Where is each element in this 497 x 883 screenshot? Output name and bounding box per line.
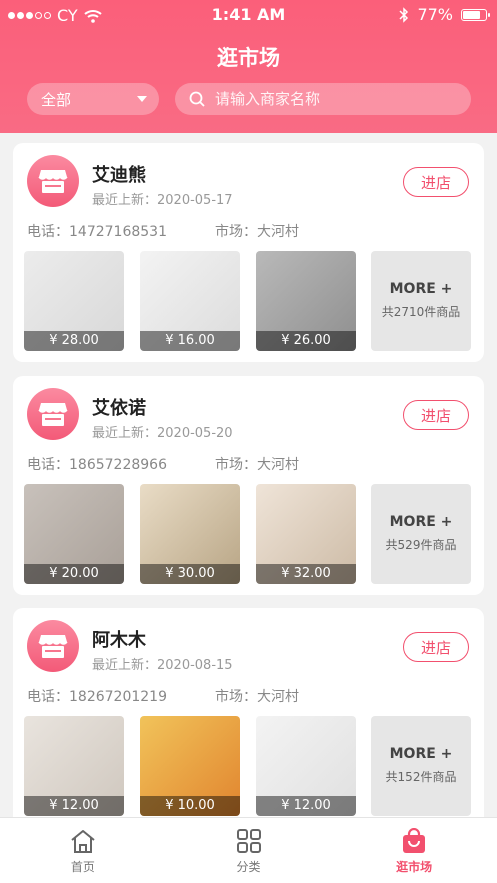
product-price: ¥ 10.00 bbox=[140, 796, 240, 816]
product-count: 共529件商品 bbox=[385, 538, 457, 552]
store-icon bbox=[27, 388, 79, 440]
product-price: ¥ 16.00 bbox=[140, 331, 240, 351]
search-icon bbox=[189, 91, 205, 107]
tab-market-label: 逛市场 bbox=[396, 860, 433, 874]
more-label: MORE + bbox=[389, 281, 453, 297]
product-gallery: ¥ 20.00 ¥ 30.00 ¥ 32.00 MORE + 共529件商品 bbox=[24, 484, 473, 584]
shop-market: 市场：大河村 bbox=[215, 224, 299, 240]
shop-phone: 电话：18657228966 bbox=[27, 457, 167, 473]
tab-home-label: 首页 bbox=[70, 860, 95, 874]
more-products-tile[interactable]: MORE + 共529件商品 bbox=[371, 484, 471, 584]
category-filter-dropdown[interactable]: 全部 bbox=[27, 83, 159, 115]
shop-name: 艾依诺 bbox=[92, 398, 146, 419]
tab-category-label: 分类 bbox=[236, 860, 261, 874]
tab-home[interactable]: 首页 bbox=[0, 818, 166, 883]
shop-name: 艾迪熊 bbox=[92, 165, 146, 186]
product-price: ¥ 12.00 bbox=[24, 796, 124, 816]
store-icon bbox=[27, 620, 79, 672]
last-update: 最近上新：2020-05-17 bbox=[92, 193, 233, 208]
product-thumbnail[interactable]: ¥ 12.00 bbox=[256, 716, 356, 816]
product-count: 共2710件商品 bbox=[381, 305, 461, 319]
status-bar: CY 1:41 AM 77% bbox=[0, 0, 497, 30]
product-thumbnail[interactable]: ¥ 30.00 bbox=[140, 484, 240, 584]
bluetooth-icon bbox=[399, 6, 409, 23]
tab-category[interactable]: 分类 bbox=[166, 818, 332, 883]
enter-store-button[interactable]: 进店 bbox=[403, 167, 469, 197]
chevron-down-icon bbox=[137, 96, 147, 102]
more-products-tile[interactable]: MORE + 共152件商品 bbox=[371, 716, 471, 816]
product-gallery: ¥ 28.00 ¥ 16.00 ¥ 26.00 MORE + 共2710件商品 bbox=[24, 251, 473, 351]
product-price: ¥ 30.00 bbox=[140, 564, 240, 584]
more-label: MORE + bbox=[389, 746, 453, 762]
shop-card[interactable]: 艾迪熊 最近上新：2020-05-17 进店 电话：14727168531 市场… bbox=[13, 143, 484, 362]
product-thumbnail[interactable]: ¥ 10.00 bbox=[140, 716, 240, 816]
product-thumbnail[interactable]: ¥ 16.00 bbox=[140, 251, 240, 351]
product-price: ¥ 20.00 bbox=[24, 564, 124, 584]
filter-value: 全部 bbox=[41, 90, 72, 109]
more-label: MORE + bbox=[389, 514, 453, 530]
product-thumbnail[interactable]: ¥ 12.00 bbox=[24, 716, 124, 816]
store-icon bbox=[27, 155, 79, 207]
battery-percent: 77% bbox=[417, 5, 453, 24]
product-gallery: ¥ 12.00 ¥ 10.00 ¥ 12.00 MORE + 共152件商品 bbox=[24, 716, 473, 816]
battery-icon bbox=[461, 8, 490, 21]
shopping-bag-icon bbox=[403, 828, 426, 853]
product-price: ¥ 26.00 bbox=[256, 331, 356, 351]
product-thumbnail[interactable]: ¥ 28.00 bbox=[24, 251, 124, 351]
shop-phone: 电话：18267201219 bbox=[27, 689, 167, 705]
bottom-tab-bar: 首页 分类 逛市场 bbox=[0, 817, 497, 883]
product-thumbnail[interactable]: ¥ 20.00 bbox=[24, 484, 124, 584]
product-price: ¥ 12.00 bbox=[256, 796, 356, 816]
shop-market: 市场：大河村 bbox=[215, 689, 299, 705]
tab-market[interactable]: 逛市场 bbox=[331, 818, 497, 883]
product-count: 共152件商品 bbox=[385, 770, 457, 784]
header: CY 1:41 AM 77% 逛市场 全部 bbox=[0, 0, 497, 133]
shop-card[interactable]: 阿木木 最近上新：2020-08-15 进店 电话：18267201219 市场… bbox=[13, 608, 484, 827]
shop-phone: 电话：14727168531 bbox=[27, 224, 167, 240]
product-price: ¥ 28.00 bbox=[24, 331, 124, 351]
home-icon bbox=[71, 830, 95, 853]
search-bar[interactable] bbox=[175, 83, 471, 115]
shop-market: 市场：大河村 bbox=[215, 457, 299, 473]
more-products-tile[interactable]: MORE + 共2710件商品 bbox=[371, 251, 471, 351]
last-update: 最近上新：2020-05-20 bbox=[92, 426, 233, 441]
grid-icon bbox=[236, 829, 261, 853]
shop-name: 阿木木 bbox=[92, 630, 146, 651]
enter-store-button[interactable]: 进店 bbox=[403, 400, 469, 430]
shop-card[interactable]: 艾依诺 最近上新：2020-05-20 进店 电话：18657228966 市场… bbox=[13, 376, 484, 595]
product-thumbnail[interactable]: ¥ 32.00 bbox=[256, 484, 356, 584]
page-title: 逛市场 bbox=[217, 46, 280, 70]
search-input[interactable] bbox=[215, 90, 455, 108]
enter-store-button[interactable]: 进店 bbox=[403, 632, 469, 662]
product-thumbnail[interactable]: ¥ 26.00 bbox=[256, 251, 356, 351]
last-update: 最近上新：2020-08-15 bbox=[92, 658, 233, 673]
product-price: ¥ 32.00 bbox=[256, 564, 356, 584]
